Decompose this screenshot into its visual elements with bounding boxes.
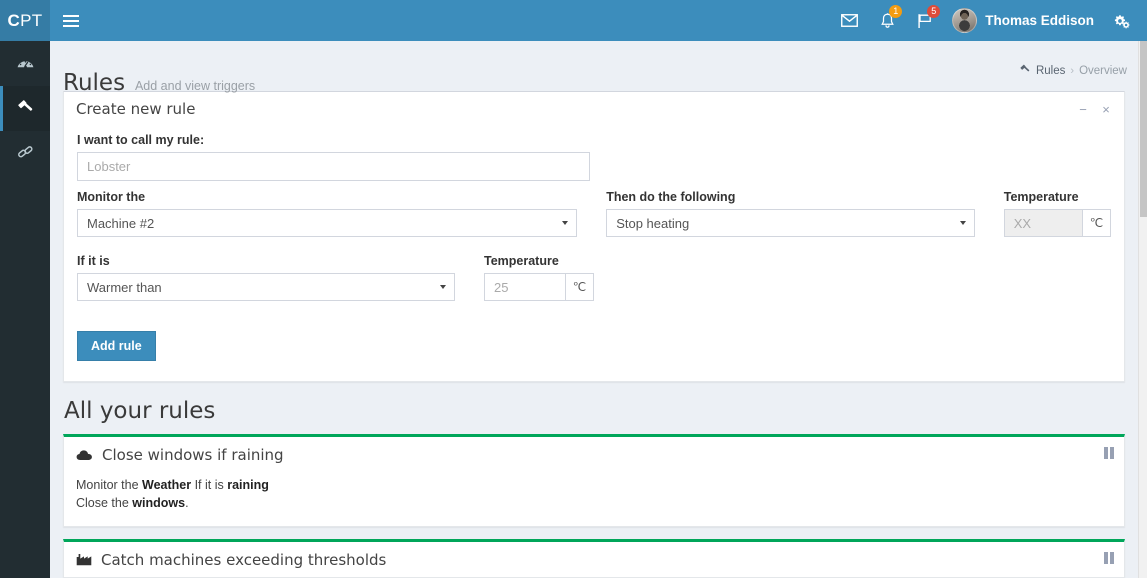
- action-temperature-unit: ℃: [1082, 209, 1111, 237]
- add-rule-button[interactable]: Add rule: [77, 331, 156, 361]
- rule-line1-prefix: Monitor the: [76, 478, 143, 492]
- gavel-icon: [16, 98, 35, 119]
- collapse-button[interactable]: −: [1073, 99, 1093, 119]
- rule-line1-middle: If it is: [191, 478, 228, 492]
- rule-tools: [1104, 552, 1114, 565]
- then-select-value: Stop heating: [616, 215, 690, 231]
- navbar-right-menu: 1 5 Thomas Eddison: [830, 0, 1147, 41]
- breadcrumb-gavel-icon: [1019, 63, 1031, 78]
- close-button[interactable]: ×: [1096, 99, 1116, 119]
- monitor-select[interactable]: Machine #2: [77, 209, 578, 237]
- monitor-select-value: Machine #2: [87, 215, 155, 231]
- chevron-down-icon: [440, 285, 446, 289]
- condition-temperature-input-group: 25 ℃: [484, 273, 594, 301]
- all-rules-title: All your rules: [64, 398, 216, 424]
- breadcrumb-separator: ›: [1070, 64, 1075, 77]
- rule-name-label: I want to call my rule:: [77, 133, 205, 147]
- cloud-icon: [76, 449, 93, 461]
- control-sidebar-toggle-button[interactable]: [1104, 0, 1143, 41]
- rule-line1-subject: Weather: [142, 478, 192, 492]
- sidebar-item-rules[interactable]: [0, 86, 50, 131]
- rule-line2-suffix: .: [185, 496, 189, 511]
- box-tools: − ×: [1073, 99, 1116, 119]
- create-rule-title: Create new rule: [76, 99, 196, 118]
- user-menu-button[interactable]: Thomas Eddison: [944, 0, 1104, 41]
- rule-line1-condition: raining: [227, 478, 269, 492]
- app-logo[interactable]: C PT: [0, 0, 50, 41]
- scrollbar-thumb[interactable]: [1140, 41, 1147, 217]
- action-temperature-group: Temperature XX ℃: [1003, 190, 1111, 237]
- condition-temperature-unit: ℃: [565, 273, 594, 301]
- condition-select-value: Warmer than: [87, 279, 162, 295]
- chevron-down-icon: [562, 221, 569, 225]
- factory-icon: [76, 553, 92, 566]
- logo-initial: C: [7, 10, 21, 30]
- rule-description-line-2: Close the windows.: [76, 494, 1112, 512]
- pause-icon[interactable]: [1104, 552, 1114, 565]
- user-name-label: Thomas Eddison: [985, 13, 1094, 28]
- gears-icon: [1113, 13, 1130, 29]
- avatar: [952, 8, 978, 33]
- rule-header: Catch machines exceeding thresholds: [64, 542, 1124, 577]
- then-label: Then do the following: [606, 190, 736, 204]
- page-scrollbar[interactable]: [1138, 41, 1147, 578]
- pause-icon[interactable]: [1104, 447, 1114, 459]
- rule-header: Close windows if raining: [64, 437, 1124, 472]
- action-row: Monitor the Machine #2 Then do the follo…: [77, 190, 1111, 246]
- breadcrumb: Rules › Overview: [1019, 63, 1127, 78]
- condition-row: If it is Warmer than Temperature 25 ℃: [77, 254, 1111, 310]
- top-navbar: 1 5 Thomas Eddison: [50, 0, 1147, 41]
- condition-temperature-label: Temperature: [484, 254, 559, 268]
- main-header: C PT 1 5 Thomas Eddison: [0, 0, 1147, 41]
- rule-description-line-1: Monitor the Weather If it is raining: [76, 476, 1112, 494]
- then-select[interactable]: Stop heating: [606, 209, 975, 237]
- sidebar-item-links[interactable]: [0, 131, 50, 176]
- breadcrumb-root-link[interactable]: Rules: [1036, 65, 1065, 77]
- chevron-down-icon: [959, 221, 966, 225]
- breadcrumb-current: Overview: [1079, 64, 1127, 77]
- sidebar-item-dashboard[interactable]: [0, 41, 50, 86]
- rule-name-input[interactable]: Lobster: [77, 152, 590, 181]
- notifications-menu-button[interactable]: 1: [869, 0, 906, 41]
- monitor-label: Monitor the: [77, 190, 146, 204]
- notifications-badge: 1: [889, 5, 903, 18]
- rule-description: Monitor the Weather If it is raining Clo…: [64, 472, 1124, 526]
- tasks-menu-button[interactable]: 5: [906, 0, 944, 41]
- condition-select[interactable]: Warmer than: [77, 273, 455, 301]
- action-temperature-input-group: XX ℃: [1003, 209, 1111, 237]
- rule-title: Catch machines exceeding thresholds: [101, 550, 387, 569]
- then-group: Then do the following Stop heating: [606, 190, 975, 237]
- condition-temperature-input[interactable]: 25: [484, 273, 565, 301]
- messages-menu-button[interactable]: [830, 0, 869, 41]
- rule-title: Close windows if raining: [102, 445, 284, 464]
- tachometer-icon: [16, 54, 35, 73]
- content-wrapper: Rules Add and view triggers Rules › Over…: [50, 41, 1139, 578]
- chain-icon: [16, 144, 35, 164]
- app-window: C PT 1 5 Thomas Eddison Rules Add and vi…: [0, 0, 1147, 578]
- logo-rest: PT: [20, 10, 43, 30]
- action-temperature-label: Temperature: [1003, 190, 1079, 204]
- rule-box-catch-machines: Catch machines exceeding thresholds: [63, 539, 1125, 578]
- condition-group: If it is Warmer than: [77, 254, 455, 301]
- create-rule-box: Create new rule − × I want to call my ru…: [63, 91, 1125, 382]
- rule-name-group: I want to call my rule: Lobster: [77, 133, 590, 181]
- create-rule-box-body: I want to call my rule: Lobster Monitor …: [64, 125, 1124, 381]
- rule-tools: [1104, 447, 1114, 459]
- monitor-group: Monitor the Machine #2: [77, 190, 578, 237]
- submit-row: Add rule: [77, 331, 1111, 361]
- rule-box-close-windows: Close windows if raining Monitor the Wea…: [63, 434, 1125, 528]
- rule-line2-object: windows: [132, 496, 186, 511]
- sidebar-toggle-button[interactable]: [50, 0, 92, 41]
- envelope-icon: [841, 14, 859, 27]
- content-header: Rules Add and view triggers Rules › Over…: [50, 41, 1139, 97]
- tasks-badge: 5: [927, 5, 941, 18]
- main-sidebar: [0, 41, 50, 578]
- condition-label: If it is: [77, 254, 110, 268]
- condition-temperature-group: Temperature 25 ℃: [484, 254, 594, 301]
- create-rule-box-header: Create new rule − ×: [64, 92, 1124, 125]
- action-temperature-input[interactable]: XX: [1003, 209, 1082, 237]
- rule-line2-prefix: Close the: [76, 496, 133, 511]
